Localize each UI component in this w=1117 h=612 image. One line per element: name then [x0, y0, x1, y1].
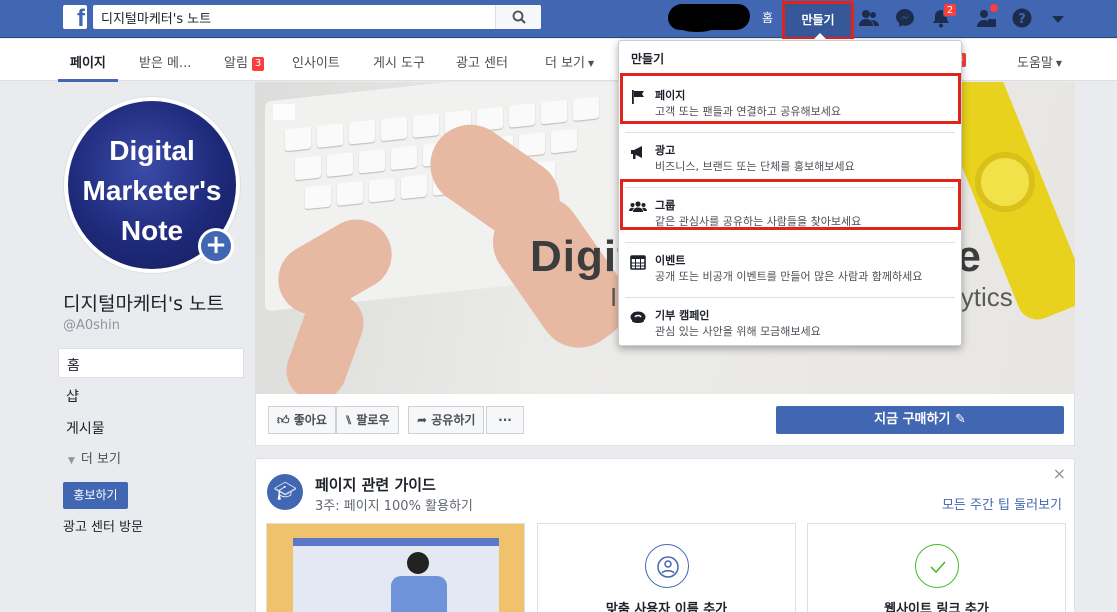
like-label: 좋아요 [293, 413, 327, 427]
calendar-icon [630, 255, 646, 270]
megaphone-icon [631, 146, 642, 159]
create-fundraiser-title: 기부 캠페인 [655, 309, 710, 322]
guide-subtitle: 3주: 페이지 100% 활용하기 [315, 499, 473, 514]
fundraiser-icon [630, 311, 646, 323]
dropdown-header: 만들기 [631, 52, 665, 66]
sidebar-item-label: 홈 [67, 358, 80, 374]
guide-all-tips-link[interactable]: 모든 주간 팁 둘러보기 [942, 494, 1062, 513]
like-button[interactable]: 👍︎ 좋아요 [268, 406, 336, 434]
page-roles-dot [989, 3, 999, 13]
create-ad-title: 광고 [655, 144, 676, 157]
follow-button[interactable]: ⑊ 팔로우 [336, 406, 399, 434]
guide-title: 페이지 관련 가이드 [315, 476, 436, 494]
follow-label: 팔로우 [356, 413, 390, 427]
page-guide-card: 🎓︎ 페이지 관련 가이드 3주: 페이지 100% 활용하기 × 모든 주간 … [255, 458, 1075, 612]
guide-card-username[interactable]: 맞춤 사용자 이름 추가 [537, 523, 796, 612]
sidebar-item-home[interactable]: 홈 [58, 348, 244, 378]
thumbs-up-icon: 👍︎ [277, 413, 290, 427]
nav-create-button[interactable]: 만들기 [782, 1, 854, 40]
sidebar-item-label: 게시물 [66, 421, 105, 437]
page-username[interactable]: @A0shin [63, 318, 120, 333]
account-menu-chevron-icon[interactable] [1047, 10, 1069, 32]
checkmark-circle-icon [915, 544, 959, 588]
cover-subtitle-right: lytics [955, 282, 1013, 312]
illustration-person-head [407, 552, 429, 574]
tab-more-label: 더 보기 [545, 56, 586, 71]
graduation-cap-icon: 🎓︎ [267, 474, 303, 510]
redacted-user-name-part [679, 22, 715, 32]
caret-down-icon: ▼ [68, 456, 75, 466]
buy-now-label: 지금 구매하기 [874, 412, 951, 427]
card-label: 맞춤 사용자 이름 추가 [605, 602, 728, 612]
friend-requests-icon[interactable] [858, 7, 880, 29]
svg-text:?: ? [1018, 12, 1026, 27]
tab-help-caret-icon: ▼ [1055, 59, 1063, 68]
tab-notifications-badge: 3 [251, 57, 265, 71]
share-label: 공유하기 [431, 413, 476, 427]
visit-ad-center-link[interactable]: 광고 센터 방문 [63, 516, 143, 535]
nav-create-label: 만들기 [801, 13, 835, 27]
tab-ad-center[interactable]: 광고 센터 [456, 52, 508, 71]
search-box [93, 5, 541, 29]
user-circle-icon [645, 544, 689, 588]
buy-now-button[interactable]: 지금 구매하기 ✎ [776, 406, 1064, 434]
cover-watch-face [975, 152, 1035, 212]
create-fundraiser-item[interactable]: 기부 캠페인 관심 있는 사안을 위해 모금해보세요 [619, 297, 961, 352]
tab-help[interactable]: 도움말 ▼ [1017, 52, 1062, 71]
create-event-item[interactable]: 이벤트 공개 또는 비공개 이벤트를 만들어 많은 사람과 함께하세요 [619, 242, 961, 297]
tab-notifications[interactable]: 알림 3 [224, 52, 265, 71]
rss-icon: ⑊ [345, 413, 353, 427]
top-navigation-bar: f 홈 만들기 2 ? [0, 0, 1117, 40]
sidebar-item-label: 샵 [66, 389, 79, 405]
pencil-icon: ✎ [954, 412, 966, 427]
create-event-desc: 공개 또는 비공개 이벤트를 만들어 많은 사람과 함께하세요 [655, 270, 923, 283]
search-input[interactable] [93, 5, 493, 29]
messenger-icon[interactable] [894, 7, 916, 29]
create-ad-desc: 비즈니스, 브랜드 또는 단체를 홍보해보세요 [655, 160, 855, 173]
notifications-badge: 2 [943, 3, 957, 17]
tab-help-label: 도움말 [1017, 56, 1053, 71]
create-event-title: 이벤트 [655, 254, 686, 267]
sidebar-more-label: 더 보기 [80, 452, 121, 467]
facebook-logo-icon[interactable]: f [63, 5, 87, 29]
help-icon[interactable]: ? [1011, 7, 1033, 29]
tab-publishing-tools[interactable]: 게시 도구 [373, 52, 425, 71]
highlight-group-item [620, 179, 961, 230]
card-label: 웹사이트 링크 추가 [884, 602, 989, 612]
cover-subtitle-left: I [610, 282, 618, 312]
tab-insights[interactable]: 인사이트 [292, 52, 340, 71]
more-actions-button[interactable]: ··· [486, 406, 524, 434]
promote-button[interactable]: 홍보하기 [63, 482, 128, 509]
share-button[interactable]: ➦ 공유하기 [408, 406, 485, 434]
page-action-bar: 👍︎ 좋아요 ⑊ 팔로우 ➦ 공유하기 ··· 지금 구매하기 ✎ [255, 394, 1075, 446]
tab-more-caret-icon: ▼ [588, 59, 595, 68]
highlight-page-item [620, 73, 961, 124]
search-button[interactable] [495, 5, 541, 29]
nav-home-link[interactable]: 홈 [762, 9, 773, 26]
guide-close-button[interactable]: × [1053, 464, 1066, 483]
tab-page[interactable]: 페이지 [70, 52, 106, 71]
tab-notifications-label: 알림 [224, 56, 248, 71]
share-arrow-icon: ➦ [417, 413, 428, 427]
sidebar-item-shop[interactable]: 샵 [58, 380, 244, 410]
guide-card-illustration[interactable] [266, 523, 525, 612]
guide-card-website[interactable]: 웹사이트 링크 추가 [807, 523, 1066, 612]
tab-more[interactable]: 더 보기 ▼ [545, 52, 594, 71]
active-tab-underline [58, 79, 118, 82]
sidebar-more-link[interactable]: ▼ 더 보기 [68, 448, 121, 467]
tab-inbox[interactable]: 받은 메... [139, 52, 191, 71]
create-fundraiser-desc: 관심 있는 사안을 위해 모금해보세요 [655, 325, 821, 338]
illustration-person-body [391, 576, 447, 612]
sidebar-item-posts[interactable]: 게시물 [58, 412, 244, 442]
cover-video-icon [273, 104, 295, 120]
page-name[interactable]: 디지털마케터's 노트 [63, 289, 224, 316]
add-profile-photo-button[interactable]: + [198, 228, 234, 264]
search-icon [512, 10, 526, 24]
